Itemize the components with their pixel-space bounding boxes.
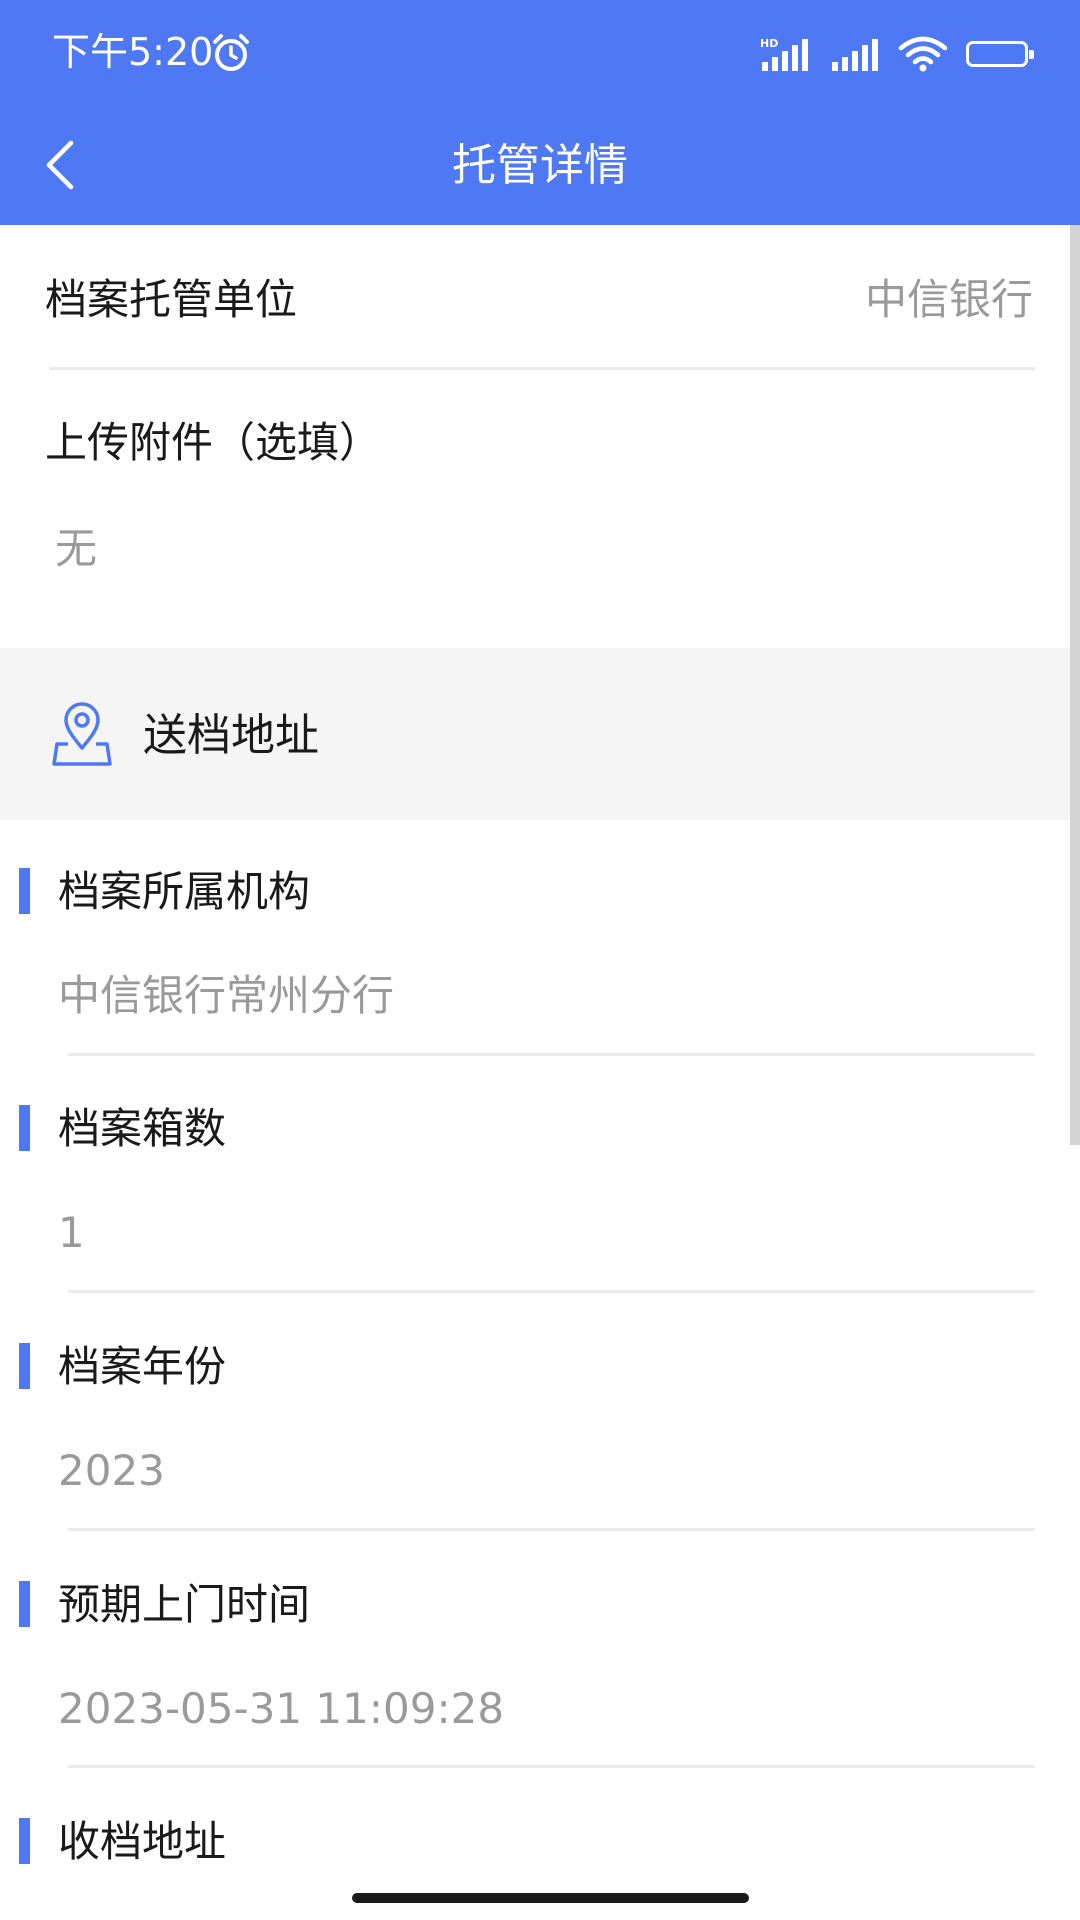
custody-unit-label: 档案托管单位 (45, 275, 298, 324)
divider (68, 1765, 1035, 1768)
institution-label: 档案所属机构 (58, 867, 311, 916)
svg-text:HD: HD (760, 37, 778, 50)
signal-hd-icon: HD (760, 37, 808, 71)
custody-unit-value: 中信银行 (864, 275, 1033, 324)
app-header: 下午5:20 HD 97 托管详情 (0, 0, 1080, 225)
home-indicator[interactable] (352, 1893, 749, 1903)
year-label: 档案年份 (58, 1342, 227, 1391)
box-count-value: 1 (58, 1208, 85, 1257)
battery-level-text: 97 (983, 42, 1011, 64)
visit-time-value: 2023-05-31 11:09:28 (58, 1684, 505, 1733)
battery-icon: 97 (966, 41, 1034, 67)
wifi-icon (898, 36, 948, 72)
status-time: 下午5:20 (52, 30, 214, 74)
year-value: 2023 (58, 1446, 165, 1495)
visit-time-label: 预期上门时间 (58, 1580, 311, 1629)
page-title: 托管详情 (452, 140, 628, 191)
divider (68, 1528, 1035, 1531)
field-accent-bar (19, 1818, 30, 1864)
status-icons: HD 97 (760, 32, 1034, 76)
field-accent-bar (19, 1343, 30, 1389)
attachment-value: 无 (55, 524, 98, 573)
field-accent-bar (19, 868, 30, 914)
signal-icon (832, 39, 878, 71)
divider (49, 367, 1035, 370)
section-title: 送档地址 (143, 710, 319, 761)
divider (68, 1053, 1035, 1056)
alarm-icon (213, 34, 249, 71)
box-count-label: 档案箱数 (58, 1104, 227, 1153)
attachment-label: 上传附件（选填） (45, 418, 382, 467)
location-pin-icon (52, 702, 112, 766)
field-accent-bar (19, 1581, 30, 1627)
institution-value: 中信银行常州分行 (58, 971, 395, 1020)
receive-address-label: 收档地址 (58, 1817, 227, 1866)
scrollbar[interactable] (1070, 225, 1080, 1145)
field-accent-bar (19, 1105, 30, 1151)
battery-tip (1029, 50, 1034, 59)
divider (68, 1290, 1035, 1293)
